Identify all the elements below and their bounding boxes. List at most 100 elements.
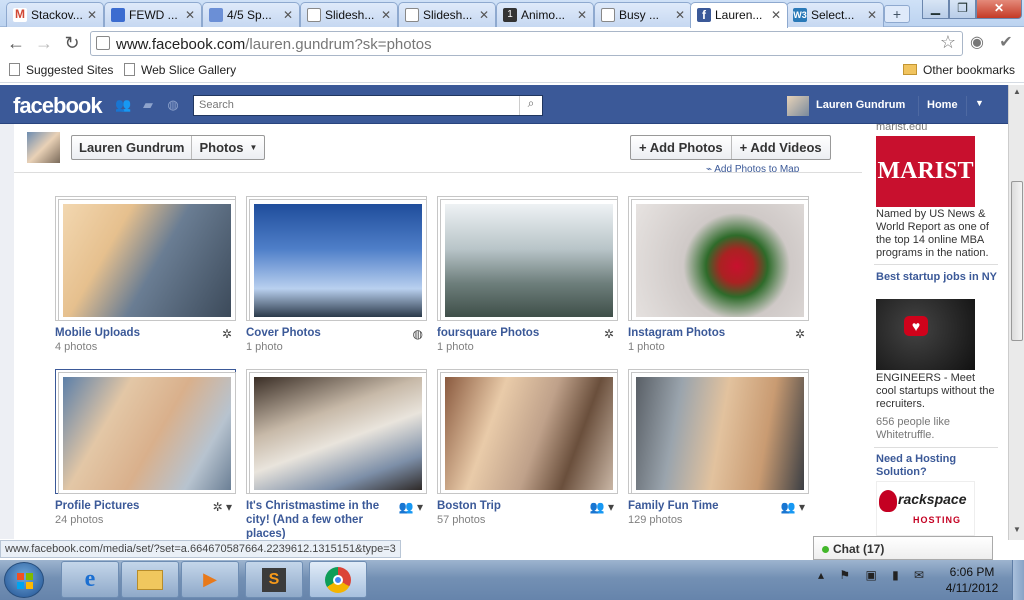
search-input[interactable]: Search ⌕ — [193, 95, 543, 116]
address-bar[interactable]: www.facebook.com/lauren.gundrum?sk=photo… — [90, 31, 963, 56]
album-title[interactable]: It's Christmastime in the city! (And a f… — [246, 499, 396, 539]
ad-image[interactable]: ♥ — [876, 299, 975, 370]
forward-arrow-icon[interactable]: → — [33, 32, 55, 54]
close-tab-icon[interactable]: ✕ — [867, 8, 877, 22]
add-videos-button[interactable]: + Add Videos — [730, 136, 830, 159]
tab-facebook[interactable]: f Lauren... ✕ — [690, 2, 788, 28]
search-icon[interactable]: ⌕ — [519, 96, 542, 115]
friends-icon[interactable]: 👥 ▾ — [399, 500, 423, 514]
rackspace-logo[interactable]: rackspace HOSTING — [876, 481, 975, 536]
album-thumbnail[interactable] — [63, 204, 231, 317]
close-tab-icon[interactable]: ✕ — [87, 8, 97, 22]
taskbar-media-player[interactable]: ▶ — [181, 561, 239, 598]
album-foursquare-photos[interactable]: foursquare Photos 1 photo ✲ — [437, 196, 620, 362]
close-window-button[interactable]: ✕ — [976, 0, 1022, 19]
start-button[interactable] — [4, 562, 44, 598]
vertical-scrollbar[interactable]: ▲ ▼ — [1008, 85, 1024, 540]
album-thumbnail[interactable] — [63, 377, 231, 490]
close-tab-icon[interactable]: ✕ — [771, 8, 781, 22]
reload-icon[interactable]: ↻ — [61, 32, 83, 54]
other-bookmarks[interactable]: Other bookmarks — [903, 63, 1015, 77]
album-family-fun-time[interactable]: Family Fun Time 129 photos 👥 ▾ — [628, 369, 811, 535]
album-boston-trip[interactable]: Boston Trip 57 photos 👥 ▾ — [437, 369, 620, 535]
album-cover-photos[interactable]: Cover Photos 1 photo ◍ — [246, 196, 429, 362]
messages-icon[interactable]: ▰ — [140, 97, 156, 113]
avatar[interactable] — [27, 132, 60, 163]
gear-icon[interactable]: ✲ — [222, 327, 232, 341]
ad-title[interactable]: Best startup jobs in NY — [876, 271, 1001, 284]
tab-slideshare-1[interactable]: Slidesh... ✕ — [300, 2, 398, 27]
close-tab-icon[interactable]: ✕ — [675, 8, 685, 22]
chevron-down-icon[interactable]: ▼ — [975, 98, 984, 108]
close-tab-icon[interactable]: ✕ — [577, 8, 587, 22]
album-title[interactable]: Family Fun Time — [628, 499, 778, 513]
album-title[interactable]: Profile Pictures — [55, 499, 205, 513]
scrollbar-thumb[interactable] — [1011, 181, 1023, 341]
album-title[interactable]: Mobile Uploads — [55, 326, 205, 340]
home-link[interactable]: Home — [927, 99, 958, 111]
show-desktop-button[interactable] — [1012, 560, 1024, 600]
extension-icon[interactable]: ◉ — [965, 32, 989, 54]
new-tab-button[interactable]: + — [884, 5, 910, 23]
album-profile-pictures[interactable]: Profile Pictures 24 photos ✲ ▾ — [55, 369, 238, 535]
ad-url[interactable]: marist.edu — [876, 124, 996, 134]
minimize-button[interactable]: ▁ — [922, 0, 949, 19]
album-title[interactable]: Boston Trip — [437, 499, 587, 513]
marist-logo[interactable]: MARIST — [876, 136, 975, 207]
scroll-up-icon[interactable]: ▲ — [1009, 87, 1024, 101]
album-thumbnail[interactable] — [636, 377, 804, 490]
bookmark-star-icon[interactable]: ☆ — [940, 32, 956, 53]
notifications-icon[interactable]: ◍ — [165, 97, 181, 113]
album-instagram-photos[interactable]: Instagram Photos 1 photo ✲ — [628, 196, 811, 362]
album-christmastime[interactable]: It's Christmastime in the city! (And a f… — [246, 369, 429, 539]
tab-fewd[interactable]: FEWD ... ✕ — [104, 2, 202, 27]
tab-4-5[interactable]: 4/5 Sp... ✕ — [202, 2, 300, 27]
album-thumbnail[interactable] — [254, 204, 422, 317]
add-to-map-link[interactable]: ⌁ Add Photos to Map — [706, 164, 799, 172]
back-arrow-icon[interactable]: ← — [5, 32, 27, 54]
gear-icon[interactable]: ✲ — [604, 327, 614, 341]
album-title[interactable]: foursquare Photos — [437, 326, 587, 340]
taskbar-explorer[interactable] — [121, 561, 179, 598]
system-tray[interactable]: ▴ ⚑ ▣ ▮ ✉ — [818, 568, 930, 582]
taskbar-internet-explorer[interactable]: e — [61, 561, 119, 598]
globe-icon[interactable]: ◍ — [413, 327, 423, 341]
crumb-name[interactable]: Lauren Gundrum — [72, 136, 191, 159]
ad-title[interactable]: Need a Hosting Solution? — [876, 453, 1001, 479]
album-mobile-uploads[interactable]: Mobile Uploads 4 photos ✲ — [55, 196, 238, 362]
album-title[interactable]: Instagram Photos — [628, 326, 778, 340]
taskbar-sublime[interactable]: S — [245, 561, 303, 598]
clock[interactable]: 6:06 PM 4/11/2012 — [937, 564, 1007, 596]
wrench-icon[interactable]: ✔ — [994, 32, 1018, 54]
bookmark-suggested-sites[interactable]: Suggested Sites — [9, 63, 113, 77]
profile-link[interactable]: Lauren Gundrum — [816, 99, 905, 111]
close-tab-icon[interactable]: ✕ — [283, 8, 293, 22]
tab-animoto[interactable]: 1 Animo... ✕ — [496, 2, 594, 27]
close-tab-icon[interactable]: ✕ — [185, 8, 195, 22]
friend-requests-icon[interactable]: 👥 — [115, 97, 131, 113]
album-title[interactable]: Cover Photos — [246, 326, 396, 340]
album-thumbnail[interactable] — [254, 377, 422, 490]
chat-bar[interactable]: Chat (17) — [813, 536, 993, 560]
tab-w3schools[interactable]: W3 Select... ✕ — [786, 2, 884, 27]
album-thumbnail[interactable] — [636, 204, 804, 317]
friends-icon[interactable]: 👥 ▾ — [590, 500, 614, 514]
tab-slideshare-2[interactable]: Slidesh... ✕ — [398, 2, 496, 27]
friends-icon[interactable]: 👥 ▾ — [781, 500, 805, 514]
album-thumbnail[interactable] — [445, 377, 613, 490]
taskbar-chrome[interactable] — [309, 561, 367, 598]
gear-icon[interactable]: ✲ ▾ — [213, 500, 232, 514]
scroll-down-icon[interactable]: ▼ — [1009, 525, 1024, 539]
avatar[interactable] — [787, 96, 809, 116]
close-tab-icon[interactable]: ✕ — [479, 8, 489, 22]
album-thumbnail[interactable] — [445, 204, 613, 317]
facebook-logo[interactable]: facebook — [13, 93, 103, 119]
tab-busy[interactable]: Busy ... ✕ — [594, 2, 692, 27]
crumb-section[interactable]: Photos ▼ — [191, 136, 264, 159]
gear-icon[interactable]: ✲ — [795, 327, 805, 341]
close-tab-icon[interactable]: ✕ — [381, 8, 391, 22]
bookmark-web-slice-gallery[interactable]: Web Slice Gallery — [124, 63, 236, 77]
add-photos-button[interactable]: + Add Photos — [631, 136, 731, 159]
tab-gmail[interactable]: M Stackov... ✕ — [6, 2, 104, 27]
maximize-button[interactable]: ❐ — [949, 0, 976, 19]
